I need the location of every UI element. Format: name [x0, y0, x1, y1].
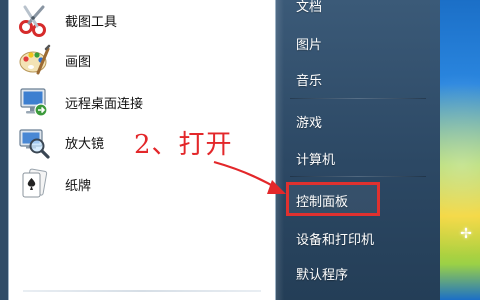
- program-item-paint[interactable]: 画图: [15, 42, 265, 78]
- magnifier-icon: [17, 125, 51, 159]
- snipping-tool-icon: [17, 3, 51, 37]
- control-panel-highlight: [286, 182, 380, 216]
- menu-separator: [290, 98, 426, 99]
- menu-separator: [290, 176, 426, 177]
- desktop-wallpaper: [440, 0, 480, 300]
- program-item-snipping-tool[interactable]: 截图工具: [15, 2, 265, 38]
- menu-item-games[interactable]: 游戏: [290, 108, 430, 134]
- menu-item-default-programs[interactable]: 默认程序: [290, 260, 430, 286]
- program-label: 画图: [65, 54, 92, 70]
- menu-item-music[interactable]: 音乐: [290, 66, 430, 92]
- paint-icon: [17, 43, 51, 77]
- menu-item-pictures[interactable]: 图片: [290, 30, 430, 56]
- divider: [23, 290, 261, 292]
- desktop-sparkle-icon: ✢: [460, 226, 472, 242]
- menu-item-computer[interactable]: 计算机: [290, 145, 430, 171]
- menu-item-documents[interactable]: 文档: [290, 0, 430, 18]
- program-label: 远程桌面连接: [65, 96, 144, 112]
- places-pane: 文档 图片 音乐 游戏 计算机 控制面板 设备和打印机 默认程序: [276, 0, 440, 300]
- menu-item-devices-and-printers[interactable]: 设备和打印机: [290, 225, 430, 251]
- annotation-arrow-icon: [213, 160, 286, 194]
- solitaire-icon: [17, 167, 51, 201]
- program-item-remote-desktop[interactable]: 远程桌面连接: [15, 84, 265, 120]
- program-label: 放大镜: [65, 136, 105, 152]
- program-label: 截图工具: [65, 14, 118, 30]
- remote-desktop-icon: [17, 85, 51, 119]
- program-label: 纸牌: [65, 178, 92, 194]
